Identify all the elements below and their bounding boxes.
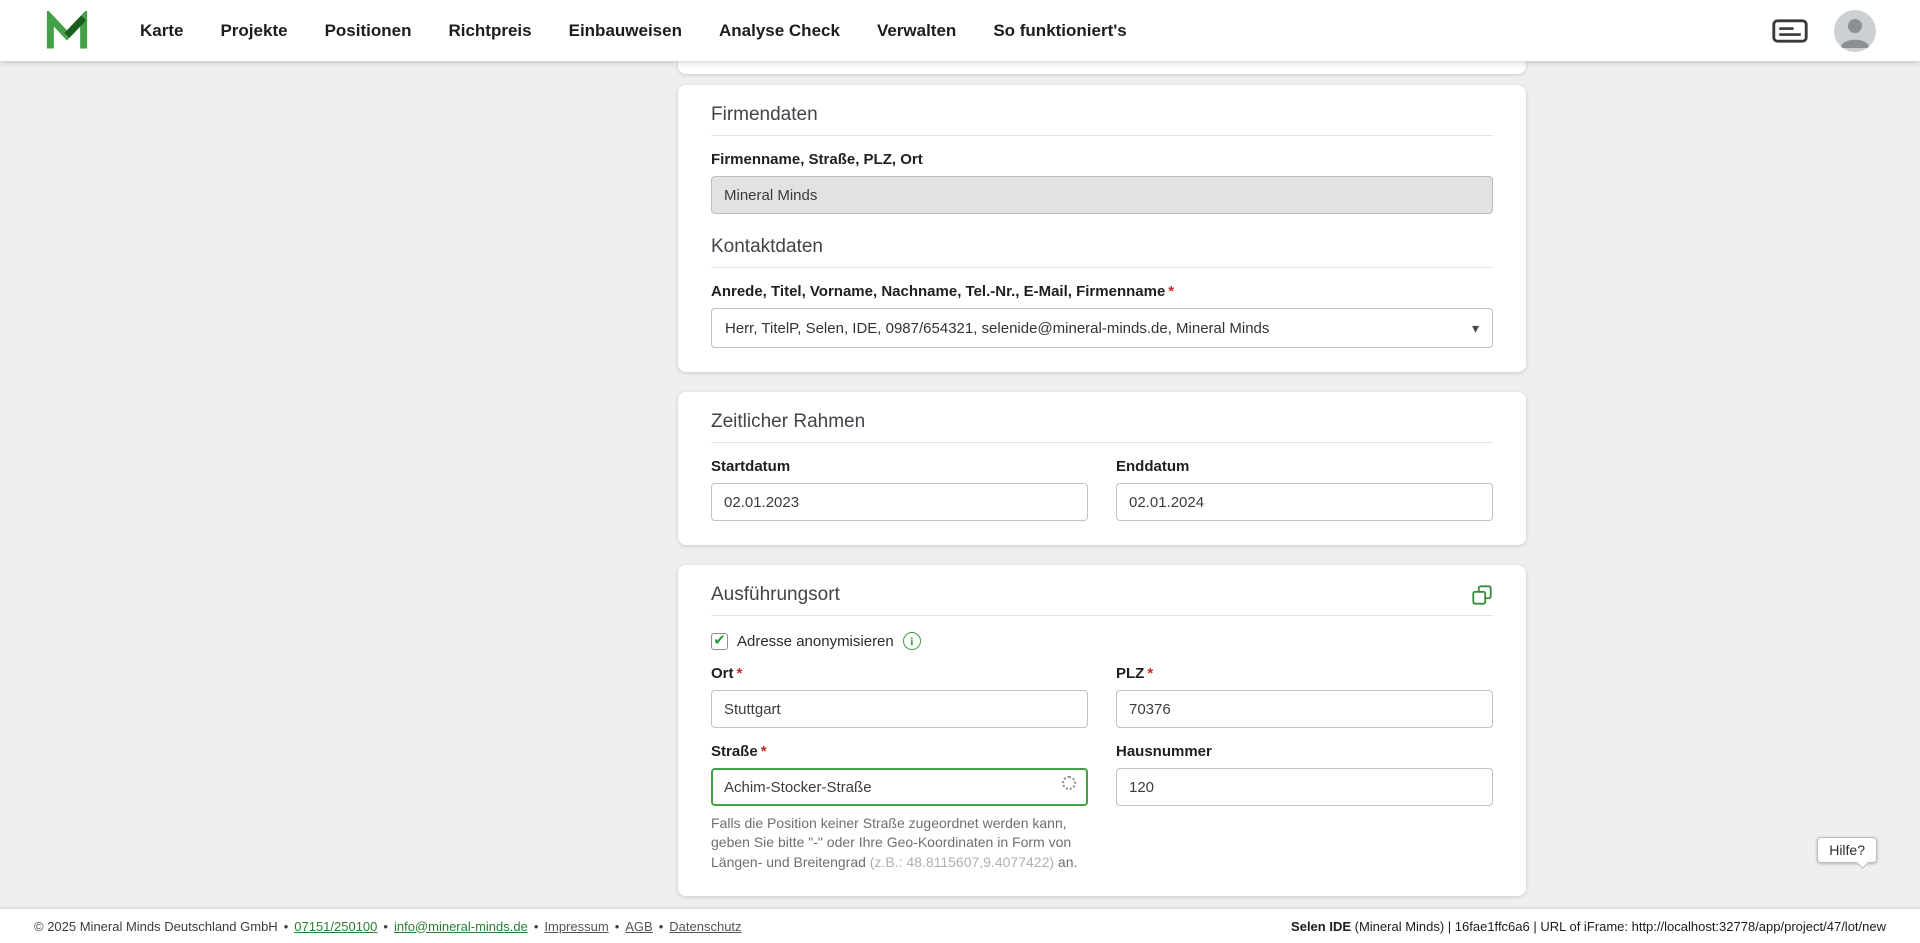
footer-separator: • [533,918,539,934]
strasse-input[interactable] [711,768,1088,806]
nav-item-karte[interactable]: Karte [140,21,183,41]
nav-item-so-funktionierts[interactable]: So funktioniert's [993,21,1126,41]
startdatum-field: Startdatum [711,443,1088,521]
strasse-label-text: Straße [711,743,758,760]
plz-label-text: PLZ [1116,665,1145,682]
kontakt-label: Anrede, Titel, Vorname, Nachname, Tel.-N… [711,283,1493,300]
enddatum-label: Enddatum [1116,458,1190,475]
section-title-zeitlicher-rahmen: Zeitlicher Rahmen [711,411,866,432]
kontakt-select-value: Herr, TitelP, Selen, IDE, 0987/654321, s… [725,319,1270,337]
footer-debug-info: Selen IDE (Mineral Minds) | 16fae1ffc6a6… [1291,919,1886,934]
plz-label: PLZ * [1116,665,1493,682]
plz-field: PLZ * [1116,650,1493,728]
required-asterisk: * [736,665,743,682]
footer-impressum-link[interactable]: Impressum [544,919,608,934]
enddatum-input[interactable] [1116,483,1493,521]
footer-phone-link[interactable]: 07151/250100 [294,919,377,934]
loading-spinner-icon [1062,776,1076,790]
footer-separator: • [283,918,289,934]
card-firmendaten: Firmendaten Firmenname, Straße, PLZ, Ort… [678,85,1526,372]
anonymize-row: ✔ Adresse anonymisieren i [711,632,1493,650]
section-title-ausfuehrungsort: Ausführungsort [711,584,840,605]
footer-ide-details: (Mineral Minds) | 16fae1ffc6a6 | URL of … [1351,918,1886,934]
startdatum-label: Startdatum [711,458,791,475]
ort-input[interactable] [711,690,1088,728]
person-icon [1841,18,1869,48]
main-menu: Karte Projekte Positionen Richtpreis Ein… [140,21,1164,41]
footer-copyright: © 2025 Mineral Minds Deutschland GmbH [34,918,278,934]
footer-left: © 2025 Mineral Minds Deutschland GmbH • … [34,919,742,934]
zeitlicher-rahmen-header: Zeitlicher Rahmen [711,411,1493,443]
form-content-column: Firmendaten Firmenname, Straße, PLZ, Ort… [678,61,1526,943]
nav-item-richtpreis[interactable]: Richtpreis [448,21,531,41]
keyboard-icon[interactable] [1772,18,1808,44]
firmenname-input [711,176,1493,214]
kontakt-label-text: Anrede, Titel, Vorname, Nachname, Tel.-N… [711,283,1166,300]
top-navbar: Karte Projekte Positionen Richtpreis Ein… [0,0,1920,61]
ort-label-text: Ort [711,665,734,682]
nav-item-einbauweisen[interactable]: Einbauweisen [569,21,682,41]
info-icon[interactable]: i [902,632,921,650]
check-icon: ✔ [713,631,726,649]
anonymize-label: Adresse anonymisieren [737,632,894,650]
helper-text-end: an. [1054,853,1078,870]
kontakt-select[interactable]: Herr, TitelP, Selen, IDE, 0987/654321, s… [711,308,1493,348]
card-ausfuehrungsort: Ausführungsort ✔ Adresse anonymisieren i… [678,565,1526,896]
footer-separator: • [658,918,664,934]
chevron-down-icon: ▾ [1471,319,1479,336]
firmenname-label: Firmenname, Straße, PLZ, Ort [711,151,923,168]
startdatum-input[interactable] [711,483,1088,521]
required-asterisk: * [1147,665,1154,682]
footer-separator: • [383,918,388,934]
section-title-kontaktdaten: Kontaktdaten [711,236,823,257]
nav-item-verwalten[interactable]: Verwalten [877,21,956,41]
navbar-right-icons [1772,9,1876,52]
ausfuehrungsort-header: Ausführungsort [711,584,1493,616]
enddatum-field: Enddatum [1116,443,1493,521]
copy-icon[interactable] [1471,584,1493,606]
helper-text-coords: (z.B.: 48.8115607,9.4077422) [869,853,1055,870]
anonymize-checkbox[interactable]: ✔ [711,631,728,650]
footer-bar: © 2025 Mineral Minds Deutschland GmbH • … [0,909,1920,943]
strasse-field: Straße* Falls die Position keiner Straße… [711,728,1088,872]
footer-email-link[interactable]: info@mineral-minds.de [394,919,528,934]
mineral-minds-logo-icon [46,10,88,48]
plz-input[interactable] [1116,690,1493,728]
hausnummer-input[interactable] [1116,768,1493,806]
required-asterisk: * [1168,283,1175,300]
section-title-firmendaten: Firmendaten [711,104,818,125]
ort-field: Ort * [711,650,1088,728]
card-zeitlicher-rahmen: Zeitlicher Rahmen Startdatum Enddatum [678,392,1526,545]
help-button[interactable]: Hilfe? [1817,837,1877,863]
previous-card-partial [678,61,1526,74]
user-avatar[interactable] [1834,9,1876,52]
hausnummer-label: Hausnummer [1116,743,1212,760]
brand-logo[interactable] [46,10,88,51]
strasse-label: Straße * [711,743,1088,760]
nav-item-positionen[interactable]: Positionen [325,21,412,41]
footer-datenschutz-link[interactable]: Datenschutz [669,919,741,934]
nav-item-analyse-check[interactable]: Analyse Check [719,21,840,41]
kontaktdaten-header: Kontaktdaten [711,236,1493,268]
strasse-helper-text: Falls die Position keiner Straße zugeord… [711,814,1088,872]
ort-label: Ort * [711,665,1088,682]
footer-agb-link[interactable]: AGB [625,919,652,934]
nav-item-projekte[interactable]: Projekte [220,21,287,41]
hausnummer-field: Hausnummer [1116,728,1493,806]
firmendaten-header: Firmendaten [711,104,1493,136]
footer-separator: • [614,918,620,934]
required-asterisk: * [760,743,767,760]
footer-ide-name: Selen IDE [1291,918,1352,934]
